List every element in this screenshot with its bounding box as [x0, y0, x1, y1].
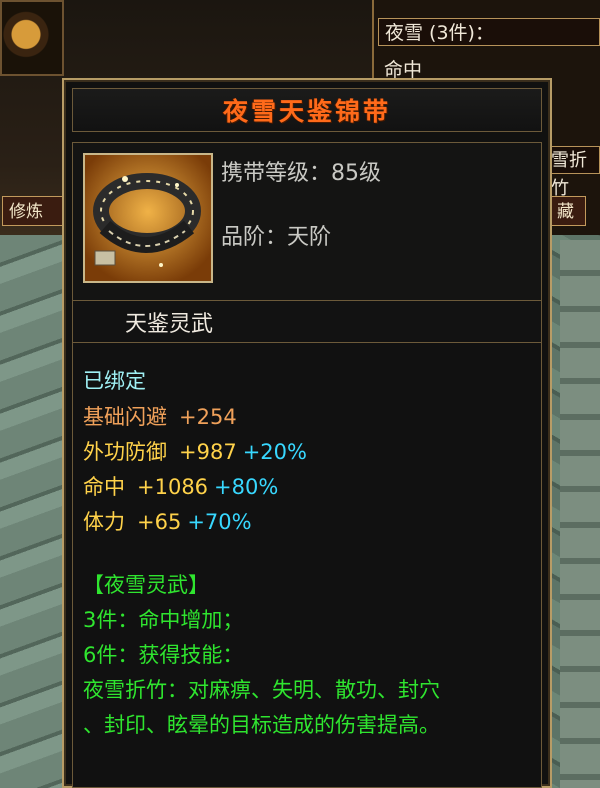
stat-value: +254: [179, 405, 237, 429]
tooltip-title-bar: 夜雪天鉴锦带: [72, 88, 542, 132]
carry-level: 携带等级：85级: [221, 161, 381, 186]
item-category: 天鉴灵武: [125, 312, 214, 337]
stat-value: +65: [137, 510, 182, 534]
bound-status: 已绑定: [83, 369, 146, 393]
stat-row: 基础闪避 +254: [83, 401, 237, 431]
set-info-title: 夜雪 (3件)：: [378, 18, 600, 46]
stat-name: 体力: [83, 510, 125, 534]
skill-description-line: 夜雪折竹：对麻痹、失明、散功、封穴: [83, 678, 440, 702]
set-bonus-6: 6件：获得技能：: [83, 643, 244, 667]
stone-wall-left: [0, 235, 66, 788]
skill-description-line: 、封印、眩晕的目标造成的伤害提高。: [83, 713, 440, 737]
item-subtitle-bar: 天鉴灵武: [72, 300, 542, 344]
stat-row: 命中 +1086 +80%: [83, 471, 278, 501]
item-tooltip: 夜雪天鉴锦带 携带等级：85级 品阶：天阶 天鉴灵武 已绑定 基础闪避 +254…: [62, 78, 552, 788]
set-bonus-3: 3件：命中增加；: [83, 608, 244, 632]
stat-row: 外功防御 +987 +20%: [83, 436, 307, 466]
set-name: 【夜雪灵武】: [83, 573, 209, 597]
stat-value: +1086: [137, 475, 209, 499]
belt-icon: [83, 153, 213, 283]
stone-wall-right: [560, 240, 600, 788]
stat-bonus: +70%: [187, 510, 252, 534]
stat-value: +987: [179, 440, 237, 464]
stat-name: 基础闪避: [83, 405, 167, 429]
tab-storage[interactable]: 藏: [550, 196, 586, 226]
tab-cultivation[interactable]: 修炼: [2, 196, 64, 226]
set-info-skill: 雪折竹: [546, 146, 600, 199]
stat-bonus: +20%: [242, 440, 307, 464]
item-attributes: 已绑定 基础闪避 +254 外功防御 +987 +20% 命中 +1086 +80% 体力…: [72, 342, 542, 788]
stat-name: 外功防御: [83, 440, 167, 464]
stat-row: 体力 +65 +70%: [83, 506, 252, 536]
stat-name: 命中: [83, 475, 125, 499]
stat-bonus: +80%: [214, 475, 279, 499]
equipped-belt-slot-icon[interactable]: [0, 0, 64, 76]
item-grade: 品阶：天阶: [221, 225, 332, 250]
item-name: 夜雪天鉴锦带: [222, 97, 391, 126]
